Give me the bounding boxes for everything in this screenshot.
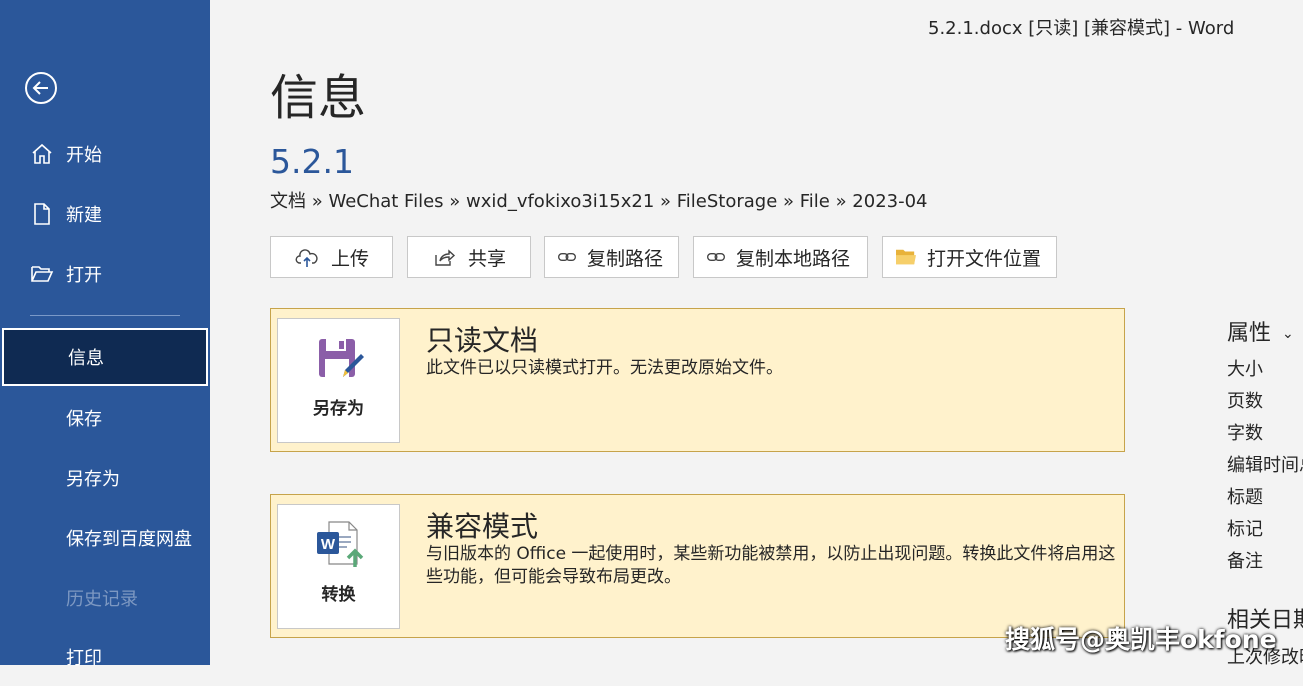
copy-path-label: 复制路径 [587, 247, 664, 270]
convert-tile-label: 转换 [321, 585, 356, 605]
chevron-down-icon: ⌄ [1282, 326, 1294, 342]
nav-save-as[interactable]: 另存为 [0, 449, 210, 507]
prop-pages: 页数 [1227, 391, 1263, 412]
readonly-panel-title: 只读文档 [426, 324, 539, 357]
window-title: 5.2.1.docx [只读] [兼容模式] - Word [928, 18, 1235, 39]
nav-home-label: 开始 [66, 145, 102, 166]
prop-comments: 备注 [1227, 551, 1263, 572]
share-button[interactable]: 共享 [407, 236, 531, 278]
nav-save-to-baidu-label: 保存到百度网盘 [66, 529, 192, 550]
properties-header[interactable]: 属性 ⌄ [1227, 315, 1294, 347]
new-document-icon [34, 203, 50, 225]
backstage-sidebar: 开始 新建 打开 信息 保存 另存为 保存到百度网盘 历史记录 打印 [0, 0, 210, 669]
nav-save-label: 保存 [66, 409, 102, 430]
prop-tags: 标记 [1227, 519, 1263, 540]
nav-divider [30, 315, 180, 316]
back-button[interactable] [24, 71, 58, 105]
breadcrumb[interactable]: 文档 » WeChat Files » wxid_vfokixo3i15x21 … [270, 187, 928, 213]
link-icon [558, 253, 576, 261]
readonly-panel-desc: 此文件已以只读模式打开。无法更改原始文件。 [426, 358, 783, 378]
share-label: 共享 [468, 247, 507, 270]
document-name: 5.2.1 [270, 142, 354, 181]
open-file-location-button[interactable]: 打开文件位置 [882, 236, 1057, 278]
nav-info-label: 信息 [68, 348, 104, 369]
copy-path-button[interactable]: 复制路径 [544, 236, 679, 278]
convert-tile[interactable]: W 转换 [277, 504, 400, 629]
compat-panel-desc: 与旧版本的 Office 一起使用时，某些新功能被禁用，以防止出现问题。转换此文… [426, 544, 1116, 587]
prop-title: 标题 [1227, 487, 1263, 508]
nav-print[interactable]: 打印 [0, 628, 210, 686]
save-as-tile[interactable]: 另存为 [277, 318, 400, 443]
upload-label: 上传 [331, 247, 370, 270]
page-title: 信息 [270, 70, 367, 126]
nav-new-label: 新建 [66, 205, 102, 226]
copy-local-path-button[interactable]: 复制本地路径 [693, 236, 868, 278]
folder-icon [896, 249, 916, 265]
share-icon [435, 249, 456, 266]
upload-button[interactable]: 上传 [270, 236, 393, 278]
cloud-upload-icon [295, 249, 318, 267]
back-arrow-icon [25, 72, 57, 104]
open-file-location-label: 打开文件位置 [927, 247, 1042, 270]
svg-text:W: W [321, 536, 336, 553]
nav-new[interactable]: 新建 [0, 185, 210, 243]
prop-words: 字数 [1227, 423, 1263, 444]
nav-open-label: 打开 [66, 265, 102, 286]
link-icon [707, 253, 725, 261]
nav-info[interactable]: 信息 [2, 328, 208, 386]
nav-save-to-baidu[interactable]: 保存到百度网盘 [0, 509, 210, 567]
copy-local-path-label: 复制本地路径 [736, 247, 851, 270]
save-as-tile-label: 另存为 [313, 399, 364, 419]
watermark: 搜狐号@奥凯丰okfone [1005, 625, 1277, 654]
readonly-panel: 另存为 只读文档 此文件已以只读模式打开。无法更改原始文件。 [270, 308, 1125, 452]
nav-save-as-label: 另存为 [66, 469, 120, 490]
compat-panel-title: 兼容模式 [426, 510, 539, 543]
prop-size: 大小 [1227, 359, 1263, 380]
nav-open[interactable]: 打开 [0, 245, 210, 303]
nav-history: 历史记录 [0, 569, 210, 627]
nav-home[interactable]: 开始 [0, 125, 210, 183]
open-folder-icon [31, 266, 54, 282]
prop-edit-time: 编辑时间总 [1227, 455, 1303, 476]
nav-save[interactable]: 保存 [0, 389, 210, 447]
save-as-icon [319, 339, 364, 377]
nav-print-label: 打印 [66, 648, 102, 669]
home-icon [32, 143, 52, 164]
word-convert-icon: W [317, 521, 364, 567]
compat-mode-panel: W 转换 兼容模式 与旧版本的 Office 一起使用时，某些新功能被禁用，以防… [270, 494, 1125, 638]
nav-history-label: 历史记录 [66, 589, 138, 610]
properties-title: 属性 [1227, 321, 1272, 346]
